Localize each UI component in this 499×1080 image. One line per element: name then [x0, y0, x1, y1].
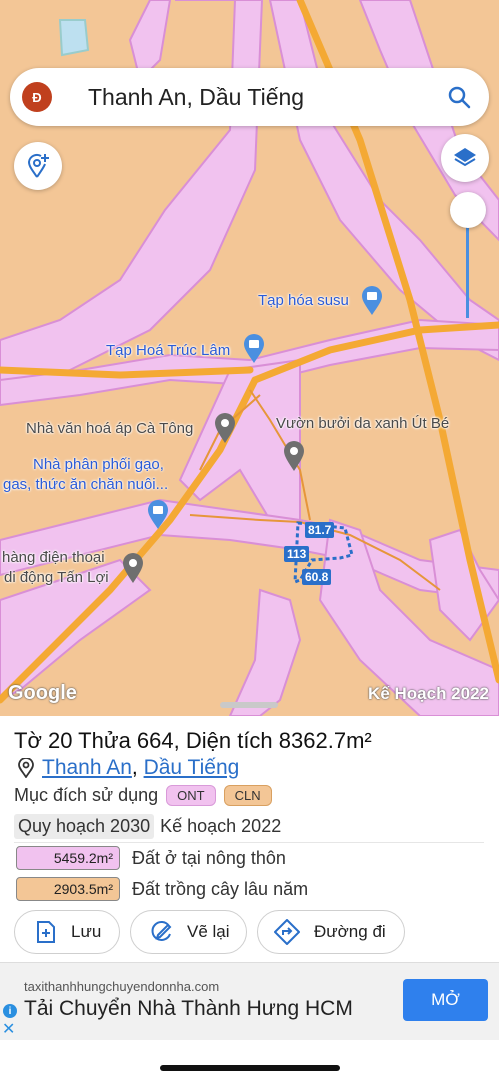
save-button[interactable]: Lưu	[14, 910, 120, 954]
shopping-pin-icon[interactable]	[360, 286, 384, 316]
map-view[interactable]: Tạp hóa susu Tạp Hoá Trúc Lâm Nhà văn ho…	[0, 0, 499, 716]
directions-icon	[274, 919, 300, 945]
google-logo: Google	[8, 682, 77, 704]
redraw-label: Vẽ lại	[187, 922, 230, 941]
layers-icon	[454, 148, 476, 167]
poi-label[interactable]: hàng điện thoại	[2, 549, 105, 566]
directions-label: Đường đi	[314, 922, 386, 941]
search-input[interactable]: Thanh An, Dầu Tiếng	[88, 84, 447, 111]
shopping-pin-icon[interactable]	[242, 334, 266, 364]
parcel-title: Tờ 20 Thửa 664, Diện tích 8362.7m²	[14, 728, 372, 753]
commune-link[interactable]: Thanh An	[42, 756, 132, 780]
ad-open-button[interactable]: MỞ	[403, 979, 488, 1021]
location-separator: ,	[131, 756, 144, 779]
map-pin-icon[interactable]	[282, 440, 306, 472]
tab-plan-2030[interactable]: Quy hoạch 2030	[14, 814, 155, 839]
home-indicator[interactable]	[160, 1065, 340, 1071]
poi-label[interactable]: Nhà văn hoá áp Cà Tông	[26, 420, 193, 437]
area-desc: Đất trồng cây lâu năm	[132, 878, 309, 899]
area-desc: Đất ở tại nông thôn	[132, 847, 286, 868]
plan-tabs: Quy hoạch 2030 Kế hoạch 2022	[14, 814, 484, 843]
purpose-row: Mục đích sử dụng ONT CLN	[14, 785, 272, 806]
save-icon	[37, 921, 55, 943]
layers-button[interactable]	[441, 134, 489, 182]
map-pin-icon[interactable]	[213, 412, 237, 444]
location-pin-icon	[18, 758, 34, 778]
area-value: 2903.5m²	[16, 877, 120, 901]
save-label: Lưu	[71, 922, 102, 941]
poi-label[interactable]: Nhà phân phối gạo,	[33, 456, 164, 473]
poi-label[interactable]: Vườn bưởi da xanh Út Bé	[276, 415, 449, 432]
poi-label[interactable]: gas, thức ăn chăn nuôi...	[3, 476, 168, 493]
map-pin-icon[interactable]	[121, 552, 145, 584]
area-row: 2903.5m² Đất trồng cây lâu năm	[16, 877, 308, 901]
redraw-icon	[151, 921, 172, 941]
parcel-dimension: 60.8	[302, 569, 332, 585]
purpose-label: Mục đích sử dụng	[14, 785, 159, 805]
directions-button[interactable]: Đường đi	[257, 910, 405, 954]
parcel-dimension: 81.7	[305, 522, 335, 538]
ad-url: taxithanhhungchuyendonnha.com	[24, 979, 220, 994]
search-icon[interactable]	[447, 85, 471, 109]
land-use-tag[interactable]: CLN	[223, 785, 272, 806]
parcel-dimension: 113	[284, 546, 310, 562]
ad-title[interactable]: Tải Chuyển Nhà Thành Hưng HCM	[24, 997, 353, 1021]
plan-label: Kế Hoạch 2022	[368, 684, 489, 703]
area-row: 5459.2m² Đất ở tại nông thôn	[16, 846, 286, 870]
poi-label[interactable]: Tạp hóa susu	[258, 292, 349, 309]
redraw-button[interactable]: Vẽ lại	[130, 910, 247, 954]
search-bar[interactable]: Đ Thanh An, Dầu Tiếng	[10, 68, 489, 126]
land-use-tag[interactable]: ONT	[166, 785, 216, 806]
poi-label[interactable]: di động Tấn Lợi	[4, 569, 109, 586]
shopping-pin-icon[interactable]	[146, 500, 170, 530]
ad-banner[interactable]: taxithanhhungchuyendonnha.com Tải Chuyển…	[0, 962, 499, 1040]
avatar[interactable]: Đ	[22, 82, 52, 112]
add-location-icon	[27, 153, 49, 178]
opacity-slider-knob[interactable]	[450, 192, 486, 228]
ad-close-icon[interactable]: ✕	[2, 1019, 15, 1039]
parcel-panel: Tờ 20 Thửa 664, Diện tích 8362.7m² Thanh…	[0, 716, 499, 962]
drag-handle[interactable]	[220, 702, 278, 708]
add-location-button[interactable]	[14, 142, 62, 190]
poi-label[interactable]: Tạp Hoá Trúc Lâm	[106, 342, 230, 359]
tab-plan-2022[interactable]: Kế hoạch 2022	[160, 816, 281, 837]
location-row: Thanh An , Dầu Tiếng	[18, 756, 239, 780]
area-value: 5459.2m²	[16, 846, 120, 870]
district-link[interactable]: Dầu Tiếng	[144, 756, 240, 780]
ad-info-icon[interactable]: i	[3, 1004, 17, 1018]
